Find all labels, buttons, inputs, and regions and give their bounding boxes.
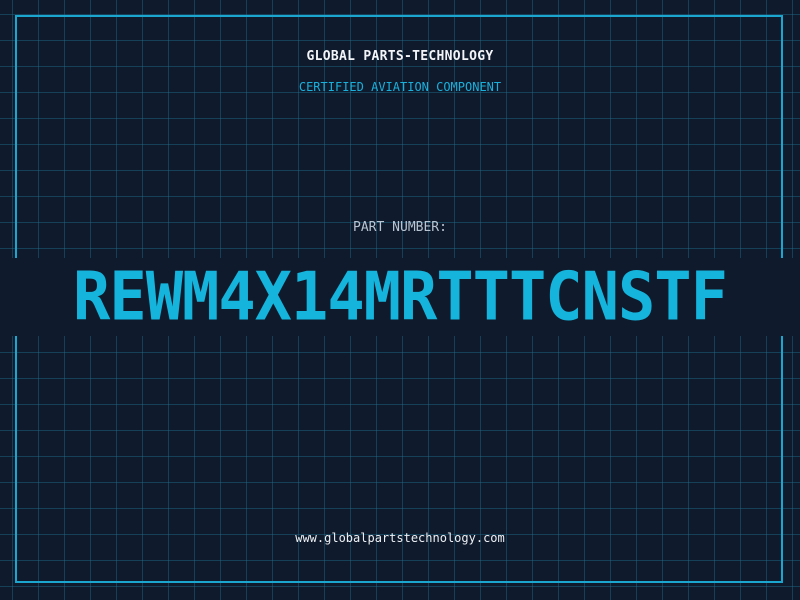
part-number-band: REWM4X14MRTTTCNSTF bbox=[0, 258, 800, 336]
company-name: GLOBAL PARTS-TECHNOLOGY bbox=[306, 49, 494, 64]
website-url: www.globalpartstechnology.com bbox=[295, 531, 505, 545]
part-number-value: REWM4X14MRTTTCNSTF bbox=[73, 258, 728, 336]
part-number-label: PART NUMBER: bbox=[353, 220, 447, 235]
certification-subtitle: CERTIFIED AVIATION COMPONENT bbox=[298, 80, 502, 94]
part-label-card: GLOBAL PARTS-TECHNOLOGY CERTIFIED AVIATI… bbox=[0, 0, 800, 600]
